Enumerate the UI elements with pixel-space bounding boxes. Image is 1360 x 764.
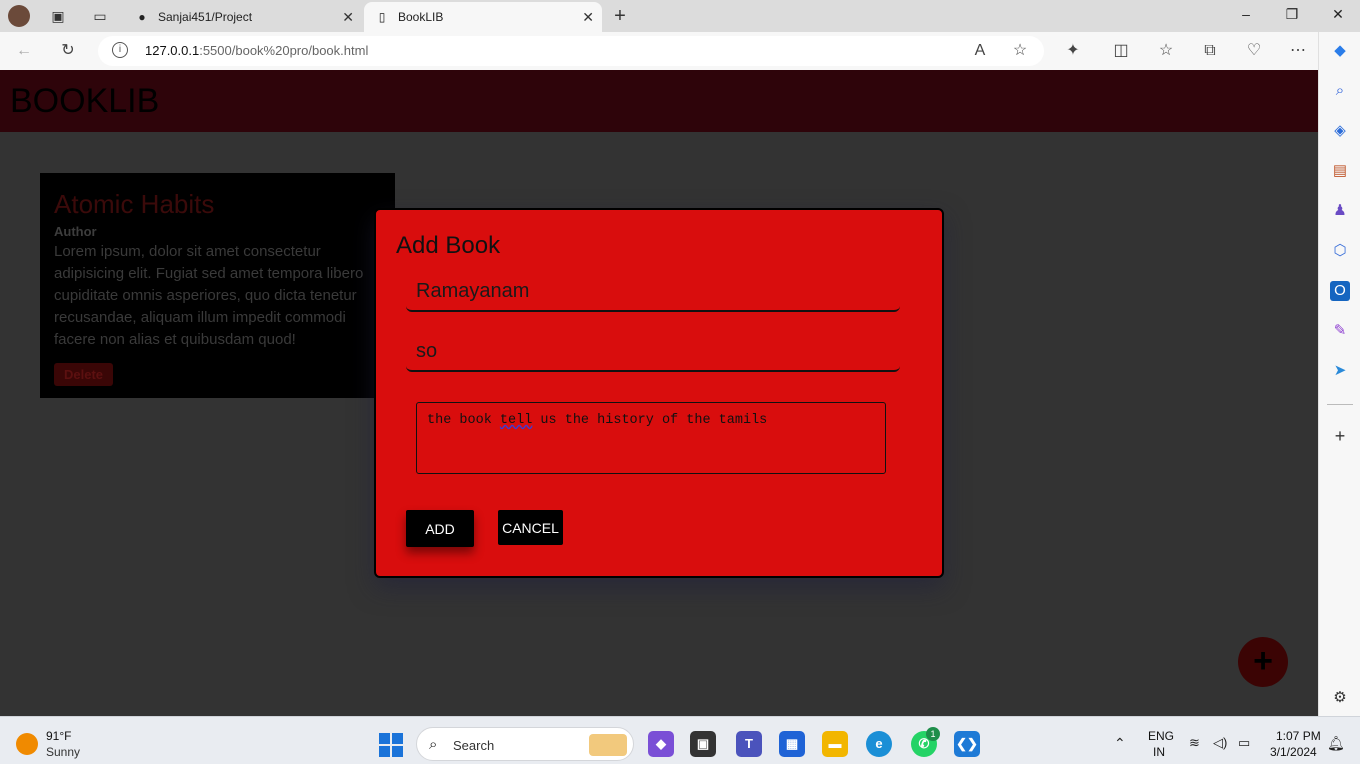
book-author-input[interactable] [406,332,900,372]
add-sidebar-app-icon[interactable]: + [1330,426,1350,446]
clock-time[interactable]: 1:07 PM [1276,729,1321,743]
battery-icon[interactable]: ▭ [1238,735,1250,751]
restore-icon[interactable]: ❐ [1282,6,1302,26]
tools-icon[interactable]: ▤ [1330,161,1350,181]
split-screen-icon[interactable]: ◫ [1111,41,1131,61]
close-window-icon[interactable]: ✕ [1328,6,1348,26]
edge-icon[interactable]: e [866,731,892,757]
book-description-textarea[interactable]: the book tell us the history of the tami… [416,402,886,474]
refresh-icon[interactable]: ↻ [58,41,78,61]
favorite-star-icon[interactable]: ☆ [1010,41,1030,61]
start-button[interactable] [379,733,403,757]
workspaces-icon[interactable]: ▣ [48,6,68,26]
book-description: Lorem ipsum, dolor sit amet consectetur … [54,243,364,348]
drop-icon[interactable]: ➤ [1330,361,1350,381]
add-button[interactable]: ADD [406,510,474,547]
search-highlight-image [589,734,627,756]
minimize-icon[interactable]: – [1236,6,1256,26]
tab-github[interactable]: ● Sanjai451/Project ✕ [124,2,362,32]
windows-taskbar: 91°F Sunny ⌕ Search ◆ ▣ T ▦ ▬ e ✆ 1 ❮❯ ⌃… [0,716,1360,764]
microsoft-365-icon[interactable]: ⬡ [1330,241,1350,261]
tab-actions-icon[interactable]: ▭ [90,6,110,26]
region-indicator[interactable]: IN [1153,745,1165,759]
sidebar-divider [1327,404,1353,405]
back-icon[interactable]: ← [14,41,34,61]
tab-title: BookLIB [398,10,444,24]
modal-title: Add Book [396,232,501,259]
file-explorer-icon[interactable]: ▬ [822,731,848,757]
store-icon[interactable]: ▦ [779,731,805,757]
profile-avatar[interactable] [8,5,30,27]
clock-date[interactable]: 3/1/2024 [1270,745,1317,759]
page-icon: ▯ [378,10,386,24]
book-author: Author [54,224,97,239]
copilot-icon[interactable]: ◆ [1330,41,1350,61]
github-icon: ● [138,10,146,24]
notification-bell-icon[interactable]: 🔔︎ [1327,735,1345,752]
cancel-button[interactable]: CANCEL [498,510,563,545]
browser-essentials-icon[interactable]: ♡ [1244,41,1264,61]
shopping-tag-icon[interactable]: ◈ [1330,121,1350,141]
site-info-icon[interactable]: i [112,42,128,58]
outlook-icon[interactable]: O [1330,281,1350,301]
weather-sun-icon[interactable] [16,733,38,755]
language-indicator[interactable]: ENG [1148,729,1174,743]
vscode-icon[interactable]: ❮❯ [954,731,980,757]
read-aloud-icon[interactable]: A [970,41,990,61]
search-icon: ⌕ [429,736,438,753]
collections-icon[interactable]: ⧉ [1200,41,1220,61]
edge-sidebar: ◆ ⌕ ◈ ▤ ♟ ⬡ O ✎ ➤ + ⚙ [1318,32,1360,716]
designer-icon[interactable]: ✎ [1330,321,1350,341]
add-book-modal: Add Book the book tell us the history of… [374,208,944,578]
weather-temperature[interactable]: 91°F [46,729,71,743]
taskbar-search[interactable]: ⌕ Search [416,727,634,761]
new-tab-icon[interactable]: + [610,5,630,27]
extensions-icon[interactable]: ✦ [1063,41,1083,61]
book-title-input[interactable] [406,272,900,312]
weather-condition[interactable]: Sunny [46,745,80,759]
sidebar-settings-icon[interactable]: ⚙ [1330,688,1350,708]
page-viewport: BOOKLIB Atomic Habits Author Lorem ipsum… [0,70,1318,716]
games-icon[interactable]: ♟ [1330,201,1350,221]
book-title: Atomic Habits [54,189,215,219]
misspelled-word: tell [499,413,533,428]
browser-toolbar: ← ↻ i 127.0.0.1:5500/book%20pro/book.htm… [0,32,1360,70]
browser-tab-strip: ▣ ▭ ● Sanjai451/Project ✕ ▯ BookLIB ✕ + … [0,0,1360,32]
task-view-icon[interactable]: ▣ [690,731,716,757]
whatsapp-badge: 1 [926,727,940,741]
close-tab-icon[interactable]: ✕ [582,9,594,26]
tab-title: Sanjai451/Project [158,10,253,24]
tray-overflow-icon[interactable]: ⌃ [1114,735,1126,752]
delete-button[interactable]: Delete [54,363,114,386]
address-bar[interactable]: i 127.0.0.1:5500/book%20pro/book.html A … [98,36,1044,66]
copilot-app-icon[interactable]: ◆ [648,731,674,757]
search-icon[interactable]: ⌕ [1330,81,1350,101]
add-book-fab[interactable]: + [1238,637,1288,687]
volume-icon[interactable]: ◁) [1213,735,1227,751]
search-label: Search [453,738,495,753]
more-menu-icon[interactable]: ⋯ [1288,41,1308,61]
url-text: 127.0.0.1:5500/book%20pro/book.html [145,43,369,58]
tab-booklib[interactable]: ▯ BookLIB ✕ [364,2,602,32]
app-header: BOOKLIB [0,70,1318,132]
book-card: Atomic Habits Author Lorem ipsum, dolor … [40,173,395,398]
teams-icon[interactable]: T [736,731,762,757]
close-tab-icon[interactable]: ✕ [342,9,354,26]
wifi-icon[interactable]: ≋ [1189,735,1200,751]
favorites-icon[interactable]: ☆ [1156,41,1176,61]
app-title: BOOKLIB [10,82,160,120]
